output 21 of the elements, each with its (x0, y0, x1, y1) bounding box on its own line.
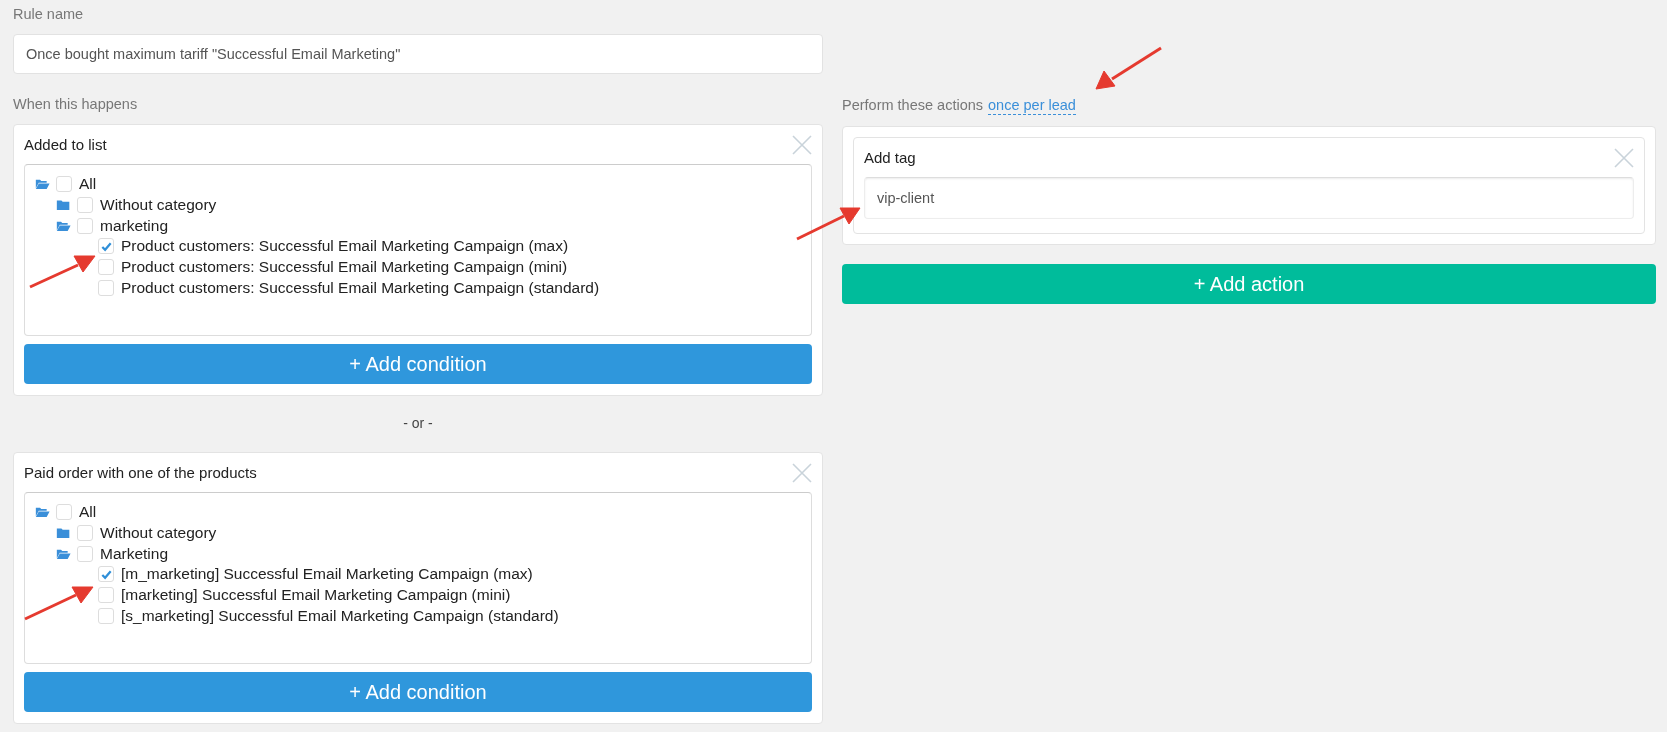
tree-item-label[interactable]: Without category (100, 196, 217, 215)
section-label: Perform these actions (842, 96, 984, 115)
tree-item-label[interactable]: Product customers: Successful Email Marketing Campaign (standard) (121, 278, 600, 297)
tree-item-label[interactable]: [m_marketing] Successful Email Marketing Campaign (max) (121, 565, 533, 584)
tag-input-field[interactable]: vip-client (864, 177, 1634, 219)
tree-item-label[interactable]: Marketing (100, 544, 169, 563)
tree-item-label[interactable]: All (79, 175, 97, 194)
condition-title: Paid order with one of the products (24, 464, 257, 481)
field-label: Rule name (13, 5, 85, 23)
section-label: When this happens (13, 95, 139, 113)
condition-title: Added to list (24, 136, 107, 153)
action-title: Add tag (864, 149, 916, 166)
tree-item-label[interactable]: Product customers: Successful Email Marketing Campaign (max) (121, 237, 569, 256)
tree-item-label[interactable]: [marketing] Successful Email Marketing Campaign (mini) (121, 586, 511, 605)
tree-item-label[interactable]: All (79, 503, 97, 522)
tree-item-label[interactable]: Product customers: Successful Email Marketing Campaign (mini) (121, 258, 568, 277)
tree-item-label[interactable]: Without category (100, 524, 217, 543)
tree-item-label[interactable]: [s_marketing] Successful Email Marketing Campaign (standard) (121, 606, 559, 625)
tree-item-label[interactable]: marketing (100, 216, 169, 235)
rule-name-field[interactable]: Once bought maximum tariff "Successful Email Marketing" (13, 34, 823, 74)
separator-text: - or - (402, 414, 434, 433)
